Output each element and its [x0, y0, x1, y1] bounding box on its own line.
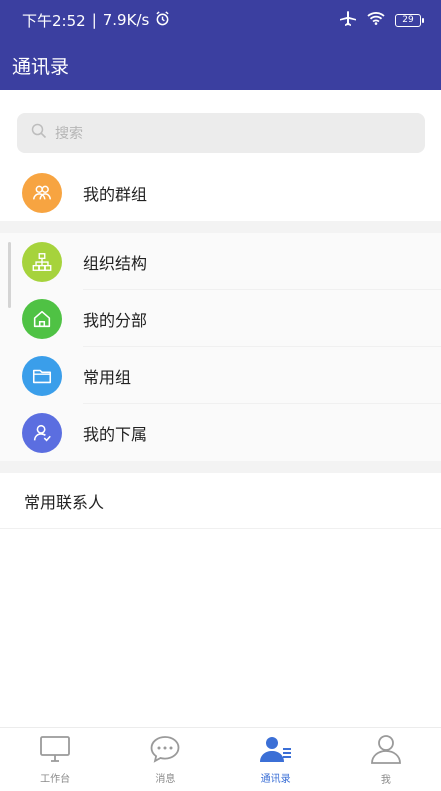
section-gap	[0, 461, 441, 473]
nav-item-workbench[interactable]: 工作台	[0, 735, 110, 785]
org-chart-icon	[22, 241, 62, 282]
status-speed: 7.9K/s	[102, 11, 150, 29]
battery-icon: 29	[395, 13, 424, 27]
chat-icon	[149, 735, 181, 766]
list-item-label: 常用组	[83, 367, 132, 387]
scrollbar[interactable]	[8, 242, 11, 308]
list-item-label: 组织结构	[83, 253, 148, 273]
home-icon	[22, 298, 62, 339]
group-icon	[22, 172, 62, 213]
list-item-my-subordinates[interactable]: 我的下属	[0, 404, 441, 461]
list-item-common-groups[interactable]: 常用组	[0, 347, 441, 404]
folder-icon	[22, 355, 62, 396]
status-bar: 下午2:52 | 7.9K/s 29	[0, 0, 441, 40]
nav-label: 我	[380, 774, 391, 786]
wifi-icon	[367, 11, 385, 29]
nav-item-contacts[interactable]: 通讯录	[221, 735, 331, 785]
list-item-label: 我的群组	[83, 184, 148, 204]
search-input[interactable]: 搜索	[17, 113, 425, 153]
airplane-icon	[339, 10, 357, 30]
list-item-label: 我的下属	[83, 424, 148, 444]
section-frequent-contacts[interactable]: 常用联系人	[0, 473, 441, 529]
status-left: 下午2:52 | 7.9K/s	[22, 10, 170, 31]
status-separator: |	[91, 11, 97, 29]
search-area: 搜索	[0, 90, 441, 162]
app-header: 通讯录	[0, 40, 441, 90]
monitor-icon	[39, 735, 71, 766]
alarm-icon	[155, 10, 170, 30]
nav-item-me[interactable]: 我	[331, 734, 441, 786]
nav-label: 通讯录	[260, 773, 291, 785]
bottom-nav: 工作台 消息 通讯录 我	[0, 727, 441, 791]
person-icon	[370, 734, 402, 767]
contacts-icon	[259, 735, 293, 766]
list-item-org-structure[interactable]: 组织结构	[0, 233, 441, 290]
list-item-label: 我的分部	[83, 310, 148, 330]
nav-label: 工作台	[40, 773, 71, 785]
search-placeholder: 搜索	[55, 126, 83, 142]
section-gap	[0, 221, 441, 233]
nav-item-messages[interactable]: 消息	[110, 735, 220, 785]
status-time: 下午2:52	[22, 11, 86, 30]
search-icon	[31, 123, 47, 143]
page-title: 通讯录	[12, 55, 70, 78]
list-item-my-groups[interactable]: 我的群组	[0, 164, 441, 221]
status-right: 29	[339, 10, 424, 30]
list-item-my-branch[interactable]: 我的分部	[0, 290, 441, 347]
subordinate-icon	[22, 412, 62, 453]
nav-label: 消息	[155, 773, 176, 785]
section-title: 常用联系人	[24, 492, 105, 512]
